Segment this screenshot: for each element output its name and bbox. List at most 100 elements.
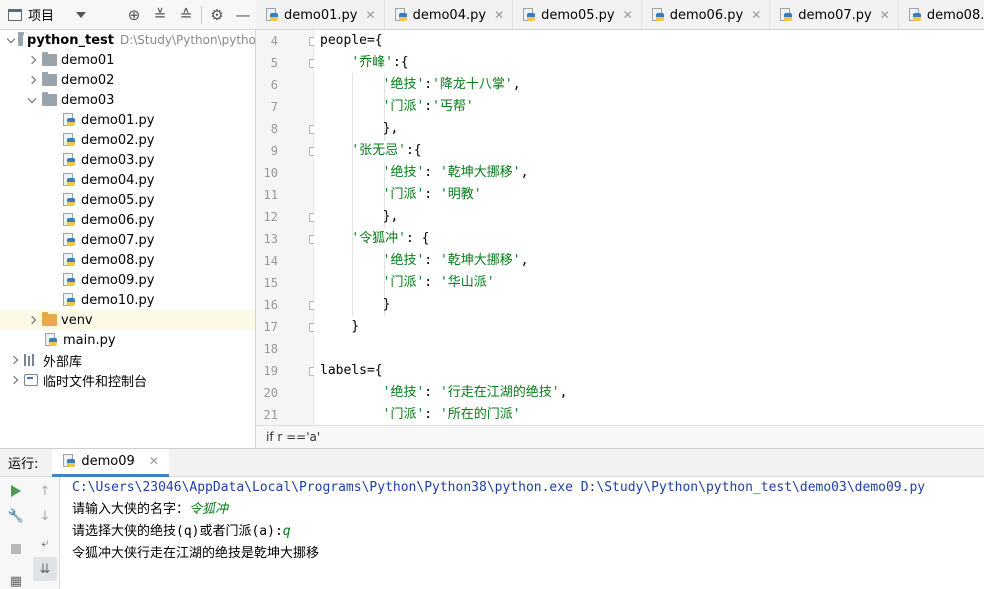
tree-item-demo03[interactable]: demo03 <box>0 90 256 110</box>
layout-icon[interactable]: ▦ <box>4 569 28 589</box>
expand-arrow-icon[interactable] <box>26 94 38 106</box>
expand-arrow-icon[interactable] <box>6 34 16 46</box>
tree-item-demo02[interactable]: demo02 <box>0 70 256 90</box>
close-icon[interactable]: ✕ <box>149 454 159 468</box>
code-line: } <box>320 316 359 338</box>
tree-item-demo01[interactable]: demo01 <box>0 50 256 70</box>
tab-label: demo07.py <box>798 7 872 23</box>
tree-item-root[interactable]: python_test D:\Study\Python\pytho <box>0 30 256 50</box>
close-icon[interactable]: ✕ <box>494 8 504 22</box>
tab-demo07[interactable]: demo07.py ✕ <box>770 0 899 29</box>
code-string: '乾坤大挪移' <box>439 165 521 180</box>
tree-item-file[interactable]: demo05.py <box>0 190 256 210</box>
tree-item-file[interactable]: demo02.py <box>0 130 256 150</box>
tree-item-file[interactable]: demo01.py <box>0 110 256 130</box>
play-icon <box>11 485 21 497</box>
tab-demo01[interactable]: demo01.py ✕ <box>256 0 385 29</box>
collapse-arrow-icon[interactable] <box>26 314 38 326</box>
close-icon[interactable]: ✕ <box>751 8 761 22</box>
console-user-input: q <box>282 524 291 539</box>
python-file-icon <box>908 8 922 22</box>
collapse-arrow-icon[interactable] <box>8 374 20 386</box>
console-line: 请输入大侠的名字：令狐冲 <box>72 499 228 521</box>
file-name: demo03.py <box>81 152 155 168</box>
python-file-icon <box>62 173 76 187</box>
hide-panel-icon[interactable]: — <box>230 0 256 30</box>
breadcrumb[interactable]: if r =='a' <box>256 425 984 448</box>
expand-all-icon[interactable]: ≚ <box>147 0 173 30</box>
scroll-up-icon[interactable]: ↑ <box>33 479 57 503</box>
library-icon <box>24 354 38 366</box>
python-file-icon <box>62 253 76 267</box>
tree-item-external-libraries[interactable]: 外部库 <box>0 350 256 370</box>
code-line: '令狐冲': { <box>320 228 429 250</box>
collapse-all-icon[interactable]: ≙ <box>173 0 199 30</box>
line-number: 10 <box>263 166 278 180</box>
code-string: '绝技' <box>382 165 425 180</box>
tab-label: demo06.py <box>669 7 744 23</box>
code-line: '门派':'丐帮' <box>320 96 474 118</box>
wrench-icon[interactable]: 🔧 <box>4 504 28 528</box>
project-tree: python_test D:\Study\Python\pytho demo01… <box>0 30 256 448</box>
folder-icon <box>42 312 57 326</box>
close-icon[interactable]: ✕ <box>366 8 376 22</box>
code-string: '华山派' <box>439 275 495 290</box>
file-name: demo02.py <box>81 132 155 148</box>
stop-button[interactable] <box>4 537 28 561</box>
line-number: 8 <box>270 122 278 136</box>
tree-item-venv[interactable]: venv <box>0 310 256 330</box>
line-number: 4 <box>270 34 278 48</box>
scroll-down-icon[interactable]: ↓ <box>33 504 57 528</box>
code-string: '门派' <box>382 99 425 114</box>
python-file-icon <box>62 454 76 468</box>
tab-demo04[interactable]: demo04.py ✕ <box>385 0 514 29</box>
folder-name: demo03 <box>61 92 115 108</box>
tree-item-file[interactable]: demo03.py <box>0 150 256 170</box>
console-prompt: 请输入大侠的名字： <box>72 502 190 517</box>
collapse-arrow-icon[interactable] <box>26 74 38 86</box>
close-icon[interactable]: ✕ <box>880 8 890 22</box>
code-text: , <box>559 385 568 400</box>
gear-icon[interactable]: ⚙ <box>204 0 230 30</box>
file-name: demo05.py <box>81 192 155 208</box>
tab-label: demo05.py <box>541 7 615 23</box>
tab-label: demo08.py <box>926 7 984 23</box>
code-text: } <box>320 319 360 334</box>
rerun-button[interactable] <box>4 479 28 503</box>
run-tab-demo09[interactable]: demo09 ✕ <box>52 448 169 477</box>
tab-demo05[interactable]: demo05.py ✕ <box>513 0 642 29</box>
soft-wrap-icon[interactable]: ⤶ <box>33 531 57 555</box>
run-console[interactable]: C:\Users\23046\AppData\Local\Programs\Py… <box>60 477 984 589</box>
tree-item-file[interactable]: demo04.py <box>0 170 256 190</box>
tree-item-file[interactable]: demo07.py <box>0 230 256 250</box>
collapse-arrow-icon[interactable] <box>8 354 20 366</box>
project-view-selector[interactable]: 项目 <box>0 5 111 24</box>
code-text: :{ <box>392 55 409 70</box>
folder-name: demo01 <box>61 52 115 68</box>
root-folder-path: D:\Study\Python\pytho <box>119 33 256 47</box>
code-text: , <box>520 165 529 180</box>
code-line: } <box>320 294 391 316</box>
tab-demo08[interactable]: demo08.py✕ <box>899 0 984 29</box>
tree-item-file[interactable]: demo10.py <box>0 290 256 310</box>
tree-item-main[interactable]: main.py <box>0 330 256 350</box>
code-editor[interactable]: people={ '乔峰':{ '绝技':'降龙十八掌', '门派':'丐帮' … <box>314 30 984 425</box>
code-text: : <box>424 407 440 422</box>
locate-file-icon[interactable]: ⊕ <box>121 0 147 30</box>
line-number: 16 <box>263 298 278 312</box>
close-icon[interactable]: ✕ <box>623 8 633 22</box>
tab-demo06[interactable]: demo06.py ✕ <box>642 0 771 29</box>
line-number: 11 <box>263 188 278 202</box>
tree-item-scratches[interactable]: 临时文件和控制台 <box>0 370 256 390</box>
tree-item-file[interactable]: demo09.py <box>0 270 256 290</box>
tree-item-file[interactable]: demo06.py <box>0 210 256 230</box>
file-name: demo08.py <box>81 252 155 268</box>
collapse-arrow-icon[interactable] <box>26 54 38 66</box>
code-string: '令狐冲' <box>351 231 406 246</box>
chevron-down-icon[interactable] <box>76 11 87 18</box>
tree-item-file[interactable]: demo08.py <box>0 250 256 270</box>
scroll-to-end-icon[interactable]: ⇊ <box>33 557 57 581</box>
